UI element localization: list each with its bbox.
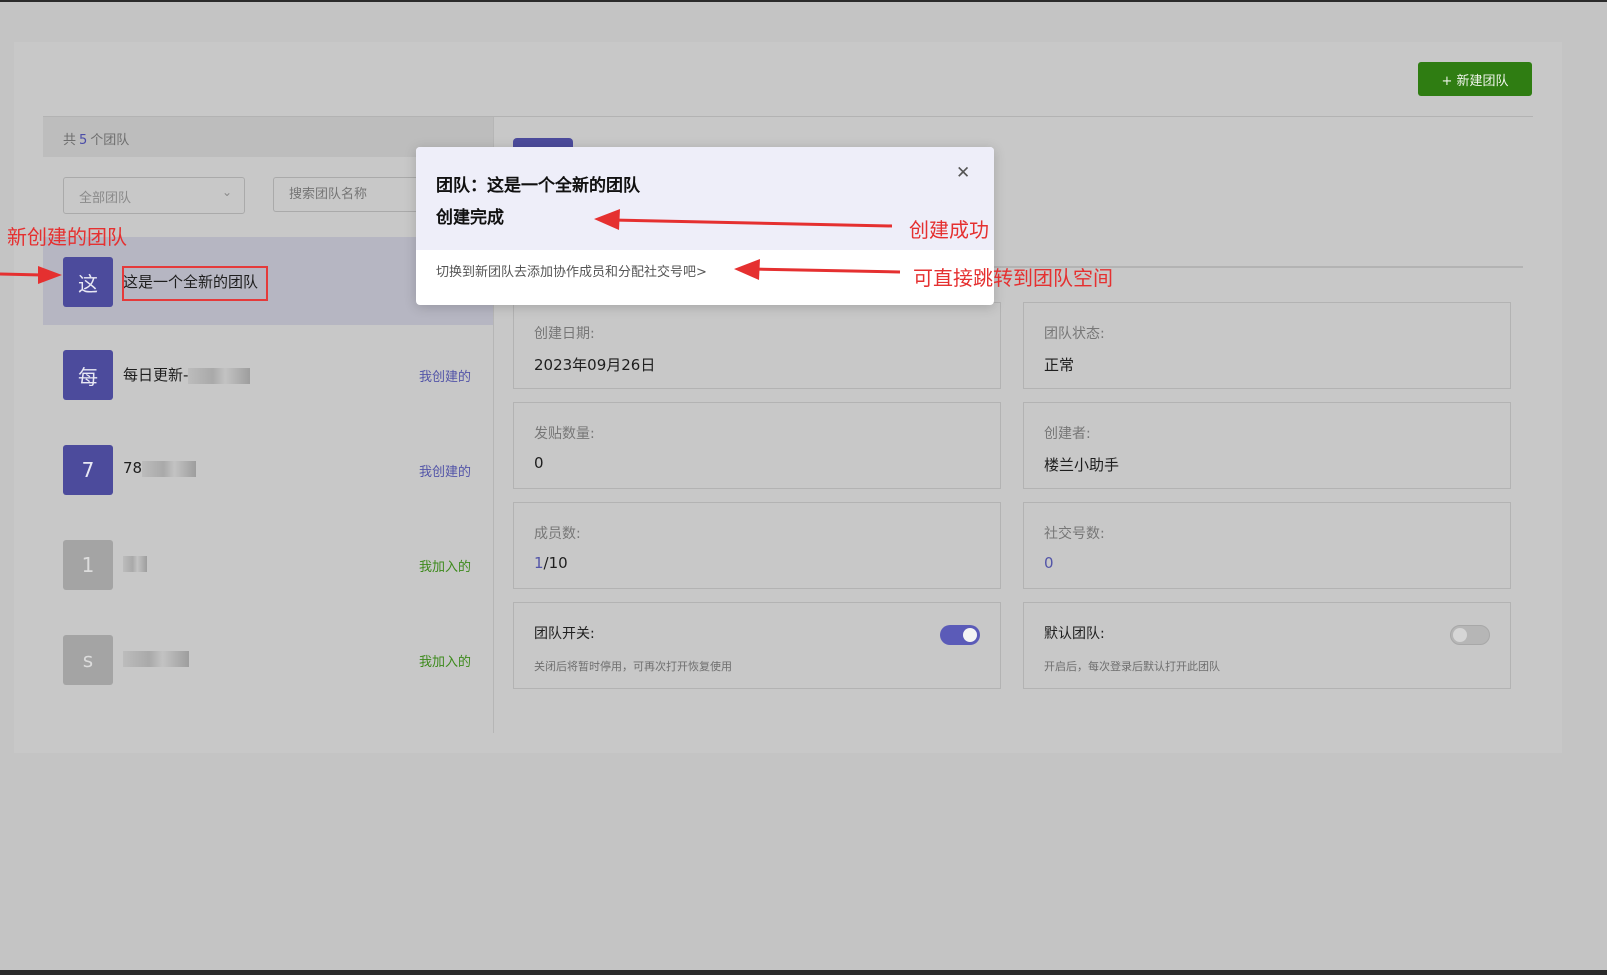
arrow-jump bbox=[734, 259, 901, 280]
annotation-arrows bbox=[0, 209, 901, 284]
arrow-created bbox=[594, 209, 893, 230]
bottom-border bbox=[0, 970, 1607, 975]
arrow-new-team bbox=[0, 266, 62, 284]
